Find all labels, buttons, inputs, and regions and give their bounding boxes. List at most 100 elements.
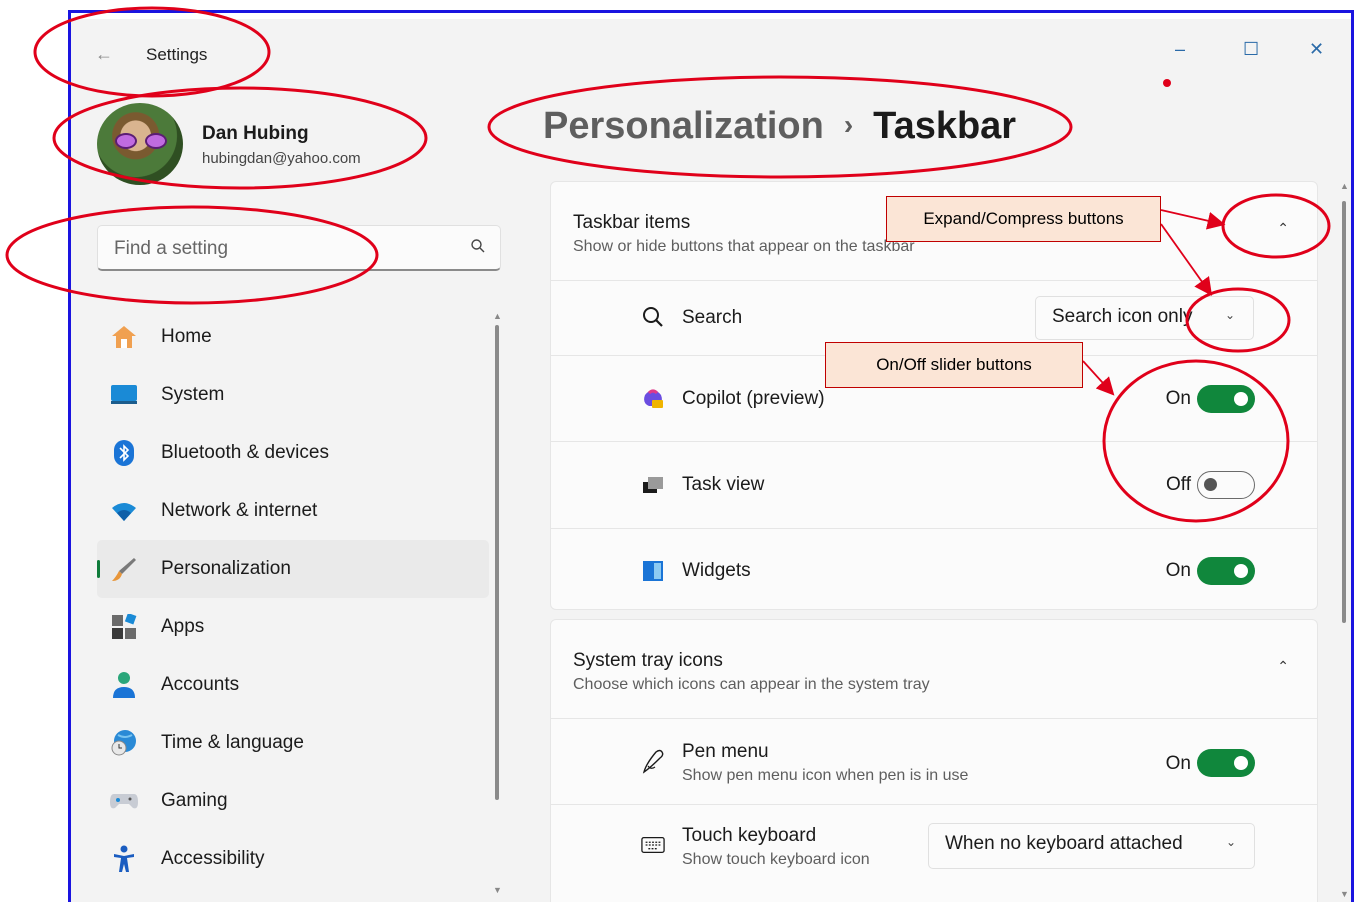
system-tray-card: System tray icons Choose which icons can… [550,619,1318,902]
toggle-state-label: On [1165,753,1191,774]
section-title: System tray icons [573,650,723,671]
sidebar-item-accounts[interactable]: Accounts [97,656,489,714]
user-profile[interactable]: Dan Hubing hubingdan@yahoo.com [97,101,417,185]
annotation-slider-label: On/Off slider buttons [825,342,1083,388]
sidebar-item-label: Accounts [161,674,240,695]
search-icon[interactable] [470,238,486,254]
copilot-toggle[interactable] [1197,385,1255,413]
touch-keyboard-dropdown[interactable]: When no keyboard attached ⌄ [928,823,1255,869]
paintbrush-icon [109,554,139,584]
system-monitor-icon [109,380,139,410]
section-subtitle: Choose which icons can appear in the sys… [573,676,930,693]
setting-label: Touch keyboard [682,825,817,846]
accessibility-icon [109,844,139,874]
red-dot [1163,79,1171,87]
avatar-glasses [115,133,167,149]
gamepad-icon [109,786,139,816]
setting-label: Task view [682,474,765,495]
sidebar-item-personalization[interactable]: Personalization [97,540,489,598]
home-icon [109,322,139,352]
sidebar-item-time-language[interactable]: Time & language [97,714,489,772]
scroll-up-icon[interactable]: ▲ [493,311,502,321]
sidebar-item-label: Personalization [161,558,291,579]
setting-row-widgets: Widgets On [551,529,1317,613]
sidebar-item-accessibility[interactable]: Accessibility [97,830,489,888]
back-arrow-icon[interactable]: ← [95,44,113,65]
scroll-down-icon[interactable]: ▼ [493,885,502,895]
wifi-icon [109,496,139,526]
sidebar-item-system[interactable]: System [97,366,489,424]
setting-label: Search [682,307,743,328]
user-name: Dan Hubing [202,123,309,144]
minimize-button[interactable]: – [1175,39,1185,60]
settings-window: ← Settings – ☐ ✕ Dan Hubing hubingdan@ya… [68,10,1354,902]
bluetooth-icon [109,438,139,468]
widgets-toggle[interactable] [1197,557,1255,585]
sidebar-item-gaming[interactable]: Gaming [97,772,489,830]
sidebar-scrollbar[interactable]: ▲ ▼ [493,311,502,897]
scroll-down-icon[interactable]: ▼ [1340,889,1349,899]
user-email: hubingdan@yahoo.com [202,150,361,167]
sidebar-item-label: Accessibility [161,848,265,869]
setting-label: Widgets [682,560,751,581]
search-mode-dropdown[interactable]: Search icon only ⌄ [1035,296,1254,340]
dropdown-value: Search icon only [1052,306,1193,327]
breadcrumb: Personalization › Taskbar [543,105,1016,148]
sidebar-item-label: Gaming [161,790,228,811]
sidebar-item-label: Network & internet [161,500,318,521]
pen-menu-toggle[interactable] [1197,749,1255,777]
toggle-state-label: On [1165,560,1191,581]
scrollbar-thumb[interactable] [1342,201,1346,623]
copilot-icon [641,386,665,410]
sidebar-item-label: Bluetooth & devices [161,442,329,463]
maximize-button[interactable]: ☐ [1243,39,1259,60]
sidebar-item-label: Home [161,326,212,347]
breadcrumb-separator: › [843,109,854,140]
chevron-up-icon[interactable]: ⌃ [1277,220,1289,237]
sidebar-item-apps[interactable]: Apps [97,598,489,656]
accounts-icon [109,670,139,700]
window-title: Settings [146,45,208,64]
setting-label: Pen menu [682,741,769,762]
sidebar-item-network[interactable]: Network & internet [97,482,489,540]
dropdown-value: When no keyboard attached [945,833,1183,854]
title-bar: ← Settings – ☐ ✕ [71,31,1351,75]
sidebar-item-label: Apps [161,616,205,637]
breadcrumb-parent[interactable]: Personalization [543,105,824,147]
sidebar-item-label: Time & language [161,732,304,753]
top-edge [71,13,1351,19]
avatar [97,103,183,185]
search-icon [641,305,665,329]
setting-row-pen-menu: Pen menu Show pen menu icon when pen is … [551,719,1317,805]
find-setting-search[interactable] [97,225,501,271]
page-title: Taskbar [873,105,1017,147]
sidebar-item-label: System [161,384,225,405]
search-input[interactable] [112,234,446,264]
sidebar-item-home[interactable]: Home [97,308,489,366]
setting-row-task-view: Task view Off [551,442,1317,529]
toggle-state-label: On [1165,388,1191,409]
setting-row-touch-keyboard: Touch keyboard Show touch keyboard icon … [551,805,1317,887]
scroll-up-icon[interactable]: ▲ [1340,181,1349,191]
keyboard-icon [641,833,665,857]
scrollbar-thumb[interactable] [495,325,499,800]
system-tray-header[interactable]: System tray icons Choose which icons can… [551,620,1317,719]
chevron-up-icon[interactable]: ⌃ [1277,658,1289,675]
sidebar-nav: Home System Bluetooth & devices Network … [97,308,489,888]
close-button[interactable]: ✕ [1309,39,1324,60]
chevron-down-icon: ⌄ [1225,835,1236,849]
active-indicator [97,560,100,578]
pen-icon [641,749,665,774]
content-scrollbar[interactable]: ▲ ▼ [1339,181,1349,902]
setting-sublabel: Show touch keyboard icon [682,851,870,868]
apps-icon [109,612,139,642]
taskbar-items-card: Taskbar items Show or hide buttons that … [550,181,1318,610]
setting-label: Copilot (preview) [682,388,825,409]
setting-sublabel: Show pen menu icon when pen is in use [682,767,969,784]
task-view-toggle[interactable] [1197,471,1255,499]
section-subtitle: Show or hide buttons that appear on the … [573,238,915,255]
widgets-icon [641,559,665,583]
sidebar-item-bluetooth[interactable]: Bluetooth & devices [97,424,489,482]
globe-clock-icon [109,728,139,758]
task-view-icon [641,473,665,497]
